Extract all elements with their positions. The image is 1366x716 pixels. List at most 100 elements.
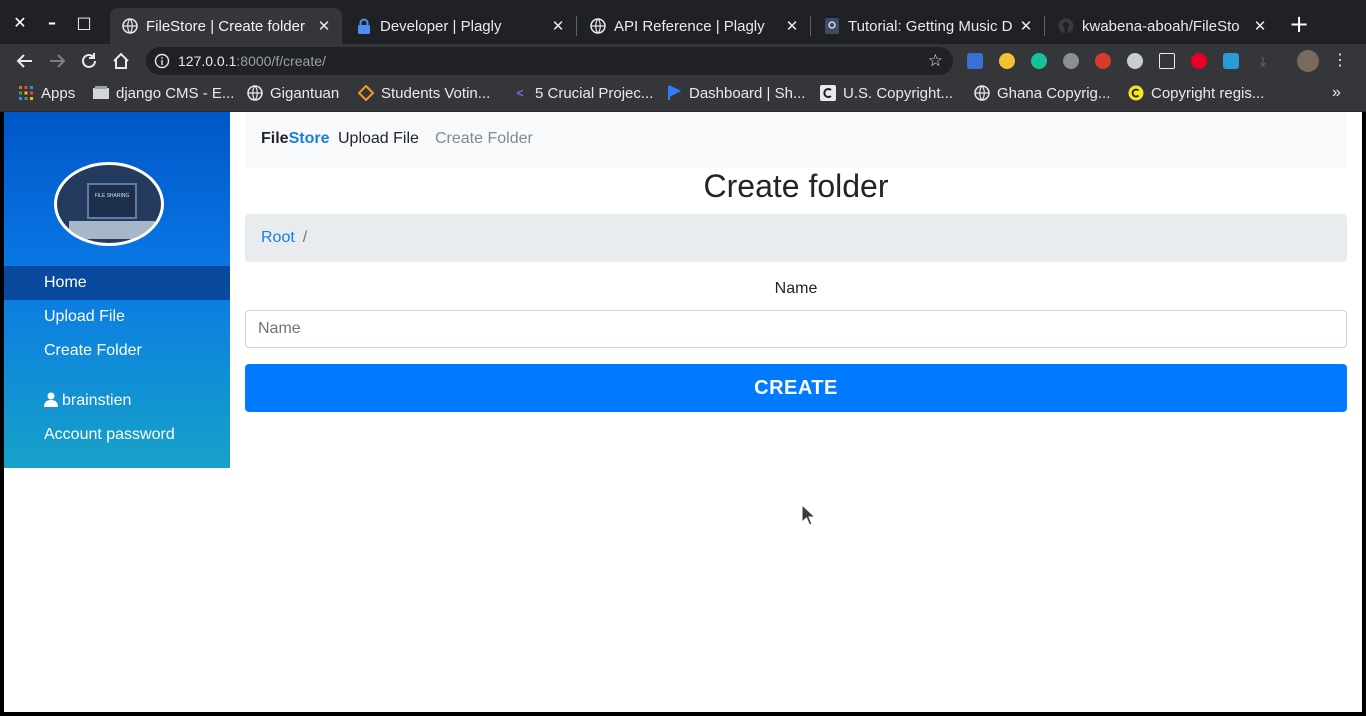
tab-close-icon[interactable]: ✕ — [784, 17, 800, 35]
grammarly-icon[interactable] — [1031, 53, 1047, 69]
sidebar: FILE SHARING Home Upload File Create Fol… — [4, 112, 230, 468]
bookmark-apps[interactable]: Apps — [18, 78, 75, 108]
sidebar-item-home[interactable]: Home — [4, 266, 230, 300]
diamond-icon — [358, 85, 374, 101]
brand-part-2: Store — [288, 130, 330, 147]
cube-icon[interactable] — [1159, 53, 1175, 69]
top-navbar: FileStore Upload File Create Folder — [245, 112, 1347, 168]
site-logo: FILE SHARING — [54, 162, 164, 246]
tab-title: Tutorial: Getting Music D — [848, 17, 1012, 35]
bookmark-students-voting[interactable]: Students Votin... — [358, 78, 490, 108]
bookmarks-overflow-button[interactable]: » — [1332, 78, 1341, 108]
back-button[interactable] — [12, 48, 38, 74]
avatar[interactable] — [1297, 50, 1319, 72]
monitor-icon — [87, 183, 137, 219]
extension-icon[interactable] — [1223, 53, 1239, 69]
bookmark-us-copyright[interactable]: U.S. Copyright... — [820, 78, 953, 108]
info-icon[interactable] — [154, 53, 170, 69]
tab-title: Developer | Plagly — [380, 17, 502, 35]
bookmark-label: Ghana Copyrig... — [997, 84, 1111, 102]
gear-icon[interactable] — [1127, 53, 1143, 69]
mouse-cursor-icon — [801, 504, 815, 526]
address-url[interactable]: 127.0.0.1:8000/f/create/ — [178, 53, 326, 69]
bookmark-label: 5 Crucial Projec... — [535, 84, 654, 102]
bookmark-label: Dashboard | Sh... — [689, 84, 806, 102]
brand-part-1: File — [261, 130, 289, 147]
cms-icon — [93, 85, 109, 101]
tab-api-reference-plagly[interactable]: API Reference | Plagly ✕ — [578, 8, 810, 44]
tab-divider — [576, 16, 577, 36]
bookmark-ghana-copyright[interactable]: Ghana Copyrig... — [974, 78, 1110, 108]
address-bar[interactable]: 127.0.0.1:8000/f/create/ ☆ — [146, 47, 953, 75]
bookmark-dashboard[interactable]: Dashboard | Sh... — [666, 78, 805, 108]
badge-icon — [824, 18, 840, 34]
tab-divider — [1044, 16, 1045, 36]
arrow-left-icon — [16, 54, 32, 68]
window-close-button[interactable]: ✕ — [4, 0, 36, 44]
url-host: 127.0.0.1 — [178, 53, 237, 69]
bookmark-label: Students Votin... — [381, 84, 491, 102]
logo-desk — [69, 221, 155, 239]
user-icon — [44, 392, 58, 407]
globe-icon — [974, 85, 990, 101]
download-icon[interactable]: ⤓ — [1255, 53, 1271, 69]
breadcrumb-root-link[interactable]: Root — [261, 229, 295, 246]
chevron-icon: < — [516, 86, 524, 100]
lock-icon — [356, 18, 372, 34]
browser-toolbar: 127.0.0.1:8000/f/create/ ☆ ⤓ ⋮ — [0, 44, 1366, 78]
globe-icon — [590, 18, 606, 34]
logo-caption: FILE SHARING — [94, 193, 130, 199]
pinterest-icon[interactable] — [1191, 53, 1207, 69]
menu-dots-icon[interactable]: ⋮ — [1332, 51, 1348, 71]
browser-tab-strip: ✕ – □ FileStore | Create folder ✕ Develo… — [0, 0, 1366, 44]
tab-title: FileStore | Create folder — [146, 17, 305, 35]
tab-title: API Reference | Plagly — [614, 17, 765, 35]
arrow-right-icon — [50, 54, 66, 68]
breadcrumb-separator: / — [302, 229, 308, 246]
globe-icon — [247, 85, 263, 101]
create-button[interactable]: CREATE — [245, 364, 1347, 412]
bookmark-django-cms[interactable]: django CMS - E... — [93, 78, 234, 108]
reload-icon — [82, 53, 96, 68]
sidebar-item-user[interactable]: brainstien — [4, 384, 230, 418]
bookmark-5-crucial-projects[interactable]: < 5 Crucial Projec... — [512, 78, 653, 108]
tab-filestore-create-folder[interactable]: FileStore | Create folder ✕ — [110, 8, 342, 44]
tab-close-icon[interactable]: ✕ — [550, 17, 566, 35]
globe-icon — [122, 18, 138, 34]
tab-github-filestore[interactable]: kwabena-aboah/FileSto ✕ — [1046, 8, 1278, 44]
home-button[interactable] — [108, 48, 134, 74]
tab-close-icon[interactable]: ✕ — [1018, 17, 1034, 35]
brand-link[interactable]: FileStore — [261, 130, 329, 148]
tab-close-icon[interactable]: ✕ — [1252, 17, 1268, 35]
sidebar-item-create-folder[interactable]: Create Folder — [4, 334, 230, 368]
github-icon — [1058, 18, 1074, 34]
flag-icon — [666, 85, 682, 101]
extension-icon[interactable] — [967, 53, 983, 69]
tab-developer-plagly[interactable]: Developer | Plagly ✕ — [344, 8, 576, 44]
bookmark-label: Apps — [41, 84, 76, 102]
bookmark-gigantuan[interactable]: Gigantuan — [247, 78, 339, 108]
nav-upload-file-link[interactable]: Upload File — [338, 130, 419, 148]
bookmark-label: Gigantuan — [270, 84, 340, 102]
window-maximize-button[interactable]: □ — [68, 0, 100, 44]
folder-name-input[interactable] — [245, 310, 1347, 348]
forward-button[interactable] — [44, 48, 70, 74]
window-minimize-button[interactable]: – — [36, 0, 68, 44]
extension-icon[interactable] — [999, 53, 1015, 69]
sidebar-item-account-password[interactable]: Account password — [4, 418, 230, 452]
bookmark-label: django CMS - E... — [116, 84, 235, 102]
new-tab-button[interactable]: + — [1285, 10, 1313, 38]
extension-icon[interactable] — [1063, 53, 1079, 69]
page-viewport: FILE SHARING Home Upload File Create Fol… — [4, 112, 1362, 712]
bookmark-label: U.S. Copyright... — [843, 84, 954, 102]
bookmark-copyright-registration[interactable]: Copyright regis... — [1128, 78, 1264, 108]
tab-tutorial-music[interactable]: Tutorial: Getting Music D ✕ — [812, 8, 1044, 44]
sidebar-item-upload-file[interactable]: Upload File — [4, 300, 230, 334]
tab-divider — [810, 16, 811, 36]
extension-icon[interactable] — [1095, 53, 1111, 69]
url-path: :8000/f/create/ — [236, 53, 326, 69]
bookmark-star-icon[interactable]: ☆ — [928, 51, 943, 71]
tab-close-icon[interactable]: ✕ — [316, 17, 332, 35]
nav-create-folder-link[interactable]: Create Folder — [435, 130, 533, 148]
reload-button[interactable] — [76, 48, 102, 74]
